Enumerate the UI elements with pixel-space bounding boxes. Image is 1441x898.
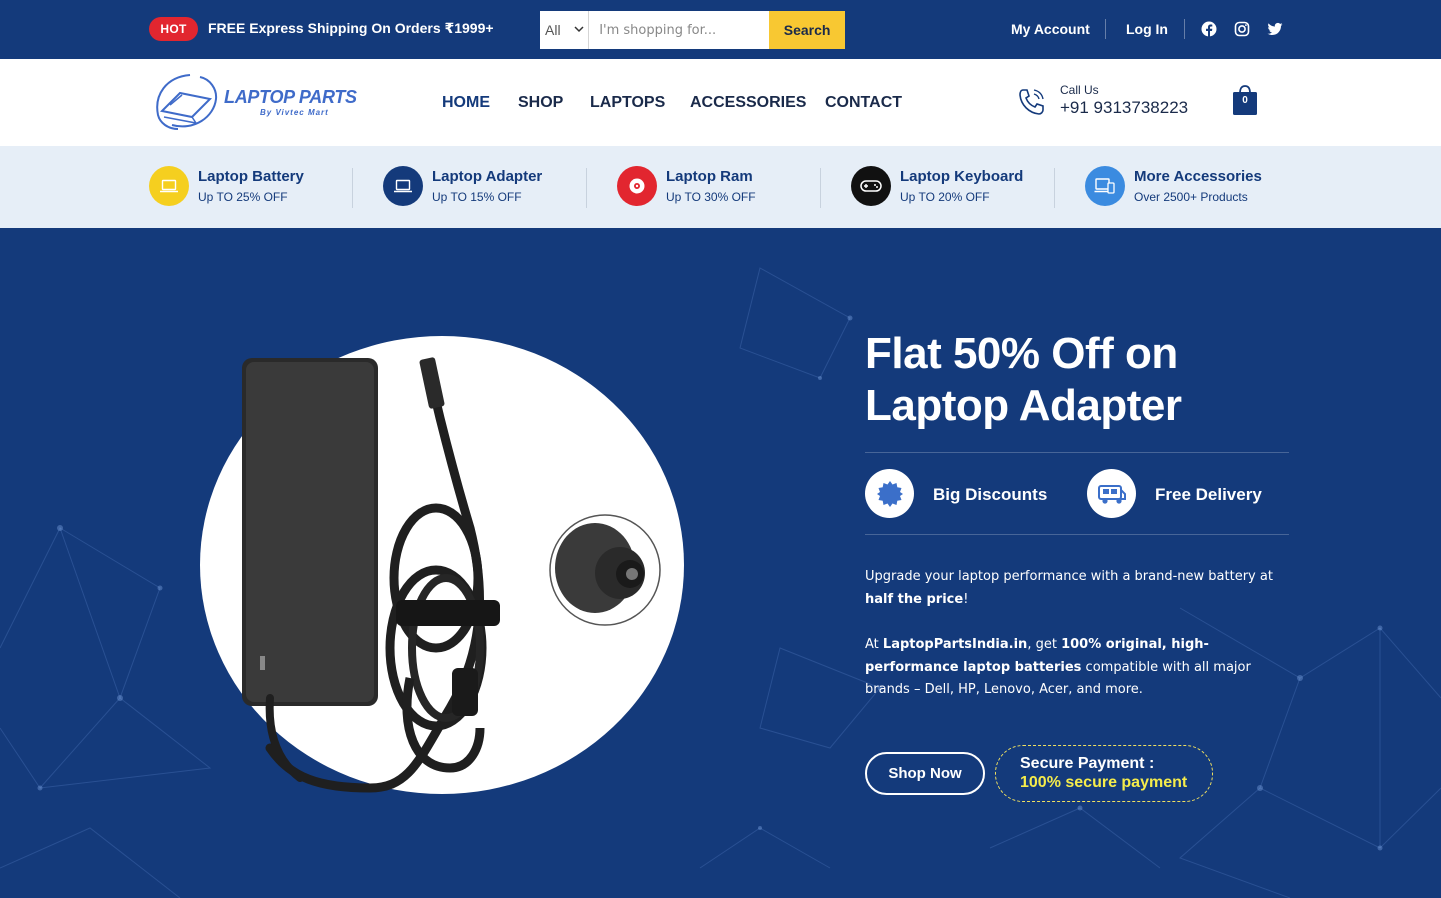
nav-home[interactable]: HOME bbox=[442, 94, 490, 112]
logo-mark-icon bbox=[156, 74, 218, 130]
delivery-truck-icon bbox=[1097, 484, 1126, 504]
hero-desc-text: At bbox=[865, 637, 883, 652]
category-offer: Up TO 25% OFF bbox=[198, 190, 288, 204]
divider bbox=[865, 534, 1289, 535]
nav-shop[interactable]: SHOP bbox=[518, 94, 563, 112]
secure-payment-subtitle: 100% secure payment bbox=[1020, 774, 1188, 791]
category-strip: Laptop Battery Up TO 25% OFF Laptop Adap… bbox=[0, 146, 1441, 228]
divider bbox=[1184, 19, 1185, 39]
main-header: LAPTOP PARTS By Vivtec Mart HOME SHOP LA… bbox=[0, 59, 1441, 146]
phone-icon bbox=[1019, 89, 1044, 115]
feature-icon-circle bbox=[865, 469, 914, 518]
feature-icon-circle bbox=[1087, 469, 1136, 518]
shop-now-button[interactable]: Shop Now bbox=[865, 752, 985, 795]
nav-accessories[interactable]: ACCESSORIES bbox=[690, 94, 806, 112]
divider bbox=[352, 168, 353, 208]
hero-desc-text: ! bbox=[963, 591, 969, 607]
hot-badge: HOT bbox=[149, 17, 198, 41]
top-bar: HOT FREE Express Shipping On Orders ₹199… bbox=[0, 0, 1441, 59]
logo-text: LAPTOP PARTS bbox=[224, 87, 357, 107]
search-button[interactable]: Search bbox=[769, 11, 845, 49]
nav-contact[interactable]: CONTACT bbox=[825, 94, 902, 112]
feature-label: Big Discounts bbox=[933, 485, 1048, 504]
category-offer: Over 2500+ Products bbox=[1134, 190, 1248, 204]
hero-desc-text: , get bbox=[1027, 637, 1062, 652]
category-icon-circle bbox=[851, 166, 891, 206]
category-icon-circle bbox=[617, 166, 657, 206]
hero-banner: Flat 50% Off on Laptop Adapter Big Disco… bbox=[0, 228, 1441, 898]
search-category-select[interactable]: All bbox=[540, 11, 590, 49]
site-logo[interactable]: LAPTOP PARTS By Vivtec Mart bbox=[152, 71, 362, 133]
secure-payment-title: Secure Payment : bbox=[1020, 755, 1155, 772]
search-category-value: All bbox=[545, 22, 561, 38]
secure-payment-badge: Secure Payment : 100% secure payment bbox=[995, 745, 1213, 802]
category-title: Laptop Ram bbox=[666, 168, 753, 185]
feature-label: Free Delivery bbox=[1155, 485, 1262, 504]
laptop-icon bbox=[160, 179, 178, 193]
my-account-link[interactable]: My Account bbox=[1011, 21, 1090, 37]
chevron-down-icon bbox=[574, 26, 584, 33]
search-input[interactable] bbox=[589, 11, 770, 49]
divider bbox=[1105, 19, 1106, 39]
hero-desc-highlight: LaptopPartsIndia.in bbox=[882, 637, 1028, 652]
category-offer: Up TO 15% OFF bbox=[432, 190, 522, 204]
gamepad-icon bbox=[860, 180, 882, 192]
instagram-icon[interactable] bbox=[1234, 21, 1250, 37]
hero-title: Flat 50% Off on Laptop Adapter bbox=[865, 328, 1305, 432]
divider bbox=[865, 452, 1289, 453]
hero-desc-text: Upgrade your laptop performance with a b… bbox=[865, 569, 1273, 584]
category-title: Laptop Keyboard bbox=[900, 168, 1024, 185]
laptop-icon bbox=[394, 179, 412, 193]
hero-desc-highlight: half the price bbox=[865, 591, 964, 607]
facebook-icon[interactable] bbox=[1201, 21, 1217, 37]
call-us-number[interactable]: +91 9313738223 bbox=[1060, 98, 1188, 118]
shipping-promo-text: FREE Express Shipping On Orders ₹1999+ bbox=[208, 20, 494, 36]
disc-icon bbox=[629, 178, 645, 194]
divider bbox=[586, 168, 587, 208]
search-bar: All Search bbox=[540, 11, 845, 49]
hero-title-line2: Laptop Adapter bbox=[865, 381, 1182, 430]
divider bbox=[820, 168, 821, 208]
category-icon-circle bbox=[149, 166, 189, 206]
call-us-label: Call Us bbox=[1060, 83, 1099, 97]
hero-description-1: Upgrade your laptop performance with a b… bbox=[865, 566, 1295, 611]
hero-description-2: At LaptopPartsIndia.in, get 100% origina… bbox=[865, 634, 1295, 702]
category-offer: Up TO 30% OFF bbox=[666, 190, 756, 204]
laptop-adapter-product-image bbox=[242, 357, 661, 793]
category-offer: Up TO 20% OFF bbox=[900, 190, 990, 204]
category-title: Laptop Adapter bbox=[432, 168, 543, 185]
category-icon-circle bbox=[1085, 166, 1125, 206]
category-icon-circle bbox=[383, 166, 423, 206]
discount-badge-icon bbox=[876, 480, 903, 507]
category-title: More Accessories bbox=[1134, 168, 1262, 185]
devices-icon bbox=[1094, 178, 1115, 194]
cart-count: 0 bbox=[1242, 95, 1248, 106]
login-link[interactable]: Log In bbox=[1126, 21, 1168, 37]
divider bbox=[1054, 168, 1055, 208]
hero-title-line1: Flat 50% Off on bbox=[865, 329, 1178, 378]
category-title: Laptop Battery bbox=[198, 168, 304, 185]
logo-subtext: By Vivtec Mart bbox=[260, 108, 329, 117]
nav-laptops[interactable]: LAPTOPS bbox=[590, 94, 665, 112]
twitter-icon[interactable] bbox=[1267, 21, 1283, 37]
